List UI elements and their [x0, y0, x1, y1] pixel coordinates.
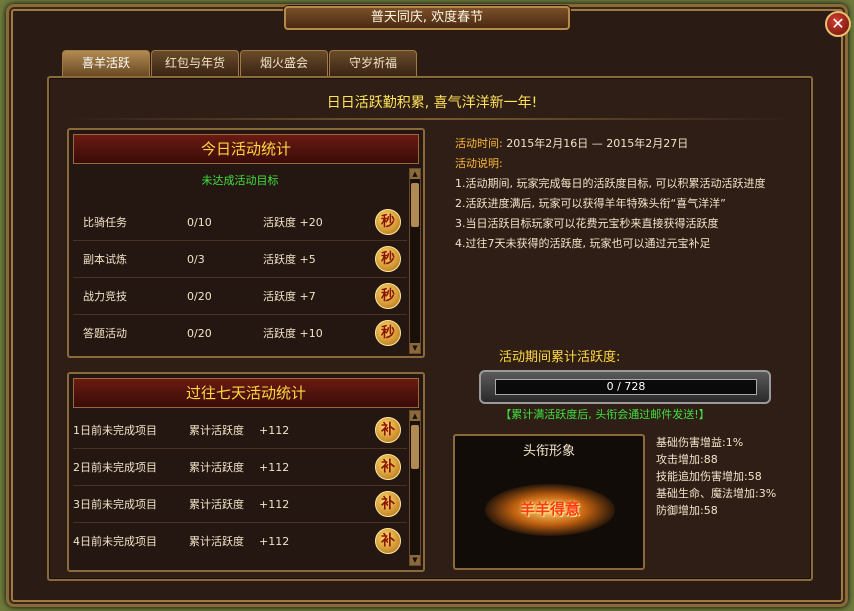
progress-bar: 0 / 728 [495, 379, 757, 395]
tab-xiyang-active[interactable]: 喜羊活跃 [62, 50, 150, 76]
scroll-down-icon[interactable]: ▼ [410, 555, 420, 565]
attribute-line: 攻击增加:88 [656, 453, 718, 466]
tab-bar: 喜羊活跃 红包与年货 烟火盛会 守岁祈福 [62, 50, 418, 76]
desc-line: 3.当日活跃目标玩家可以花费元宝秒来直接获得活跃度 [455, 217, 719, 230]
makeup-button[interactable]: 补 [375, 491, 401, 517]
title-attributes: 基础伤害增益:1% 攻击增加:88 技能追加伤害增加:58 基础生命、魔法增加:… [656, 434, 816, 519]
past-panel-title: 过往七天活动统计 [73, 378, 419, 408]
attribute-line: 防御增加:58 [656, 504, 718, 517]
desc-line: 2.活跃进度满后, 玩家可以获得羊年特殊头衔“喜气洋洋” [455, 197, 726, 210]
past-label: 累计活跃度 [189, 535, 244, 548]
past-day-name: 3日前未完成项目 [73, 498, 157, 511]
today-scrollbar[interactable]: ▲ ▼ [409, 168, 421, 354]
past-label: 累计活跃度 [189, 424, 244, 437]
badge-text: 羊羊得意 [519, 500, 580, 518]
past-day-name: 2日前未完成项目 [73, 461, 157, 474]
event-time: 活动时间: 2015年2月16日 — 2015年2月27日 [455, 134, 815, 154]
task-reward: 活跃度 +10 [263, 327, 323, 340]
past-value: +112 [259, 498, 290, 511]
task-name: 战力竞技 [83, 290, 127, 303]
event-info: 活动时间: 2015年2月16日 — 2015年2月27日 活动说明: 1.活动… [455, 134, 815, 254]
headline: 日日活跃勤积累, 喜气洋洋新一年! [326, 95, 538, 111]
tab-blessing[interactable]: 守岁祈福 [329, 50, 417, 76]
scroll-thumb[interactable] [411, 183, 419, 227]
makeup-button[interactable]: 补 [375, 454, 401, 480]
past-row: 1日前未完成项目 累计活跃度 +112 补 [73, 412, 407, 449]
divider [69, 118, 793, 120]
past-value: +112 [259, 535, 290, 548]
scroll-thumb[interactable] [411, 425, 419, 469]
today-row: 战力竞技 0/20 活跃度 +7 秒 [73, 278, 407, 315]
task-progress: 0/3 [187, 253, 205, 266]
scroll-up-icon[interactable]: ▲ [410, 411, 420, 421]
past-panel: 过往七天活动统计 1日前未完成项目 累计活跃度 +112 补 2日前未完成项目 … [67, 372, 425, 572]
window-title: 普天同庆, 欢度春节 [284, 6, 570, 30]
past-day-name: 4日前未完成项目 [73, 535, 157, 548]
past-row: 3日前未完成项目 累计活跃度 +112 补 [73, 486, 407, 523]
task-name: 副本试炼 [83, 253, 127, 266]
today-row: 答题活动 0/20 活跃度 +10 秒 [73, 315, 407, 352]
today-status: 未达成活动目标 [201, 174, 279, 187]
past-value: +112 [259, 424, 290, 437]
past-day-name: 1日前未完成项目 [73, 424, 157, 437]
attribute-line: 基础生命、魔法增加:3% [656, 487, 777, 500]
instant-complete-button[interactable]: 秒 [375, 283, 401, 309]
title-badge-icon: 羊羊得意 [485, 484, 615, 536]
task-name: 比骑任务 [83, 216, 127, 229]
desc-line: 1.活动期间, 玩家完成每日的活跃度目标, 可以积累活动活跃进度 [455, 177, 766, 190]
today-row: 副本试炼 0/3 活跃度 +5 秒 [73, 241, 407, 278]
past-row: 2日前未完成项目 累计活跃度 +112 补 [73, 449, 407, 486]
title-preview-header: 头衔形象 [522, 444, 575, 459]
attribute-line: 基础伤害增益:1% [656, 436, 744, 449]
past-scrollbar[interactable]: ▲ ▼ [409, 410, 421, 566]
past-value: +112 [259, 461, 290, 474]
task-progress: 0/20 [187, 327, 212, 340]
makeup-button[interactable]: 补 [375, 417, 401, 443]
progress-frame: 0 / 728 [479, 370, 771, 404]
scroll-down-icon[interactable]: ▼ [410, 343, 420, 353]
past-label: 累计活跃度 [189, 461, 244, 474]
today-row: 比骑任务 0/10 活跃度 +20 秒 [73, 204, 407, 241]
time-label: 活动时间: [455, 137, 503, 150]
task-progress: 0/20 [187, 290, 212, 303]
attribute-line: 技能追加伤害增加:58 [656, 470, 762, 483]
close-button[interactable]: ✕ [825, 11, 851, 37]
time-value: 2015年2月16日 — 2015年2月27日 [506, 137, 689, 150]
makeup-button[interactable]: 补 [375, 528, 401, 554]
desc-line: 4.过往7天未获得的活跃度, 玩家也可以通过元宝补足 [455, 237, 711, 250]
content-area: 日日活跃勤积累, 喜气洋洋新一年! 今日活动统计 未达成活动目标 比骑任务 0/… [47, 76, 813, 581]
past-row: 4日前未完成项目 累计活跃度 +112 补 [73, 523, 407, 560]
scroll-up-icon[interactable]: ▲ [410, 169, 420, 179]
past-label: 累计活跃度 [189, 498, 244, 511]
instant-complete-button[interactable]: 秒 [375, 209, 401, 235]
instant-complete-button[interactable]: 秒 [375, 246, 401, 272]
progress-text: 0 / 728 [606, 380, 646, 393]
progress-note: 【累计满活跃度后, 头衔会通过邮件发送!】 [500, 408, 710, 421]
desc-label: 活动说明: [455, 157, 503, 170]
tab-hongbao[interactable]: 红包与年货 [151, 50, 239, 76]
tab-fireworks[interactable]: 烟火盛会 [240, 50, 328, 76]
progress-label: 活动期间累计活跃度: [499, 350, 621, 365]
title-preview: 头衔形象 羊羊得意 [453, 434, 645, 570]
instant-complete-button[interactable]: 秒 [375, 320, 401, 346]
today-panel: 今日活动统计 未达成活动目标 比骑任务 0/10 活跃度 +20 秒 副本试炼 … [67, 128, 425, 358]
task-reward: 活跃度 +20 [263, 216, 323, 229]
task-progress: 0/10 [187, 216, 212, 229]
task-reward: 活跃度 +5 [263, 253, 316, 266]
task-reward: 活跃度 +7 [263, 290, 316, 303]
today-panel-title: 今日活动统计 [73, 134, 419, 164]
task-name: 答题活动 [83, 327, 127, 340]
